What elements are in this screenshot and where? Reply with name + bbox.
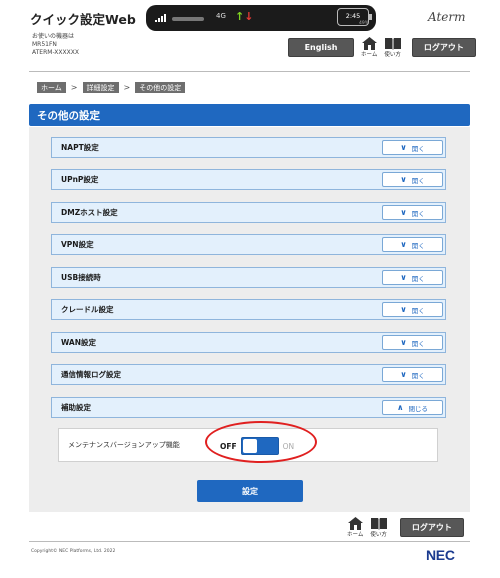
submit-button[interactable]: 設定 [197, 480, 303, 502]
chevron-down-icon: ∨ [400, 207, 407, 217]
accordion-comm-log[interactable]: 通信情報ログ設定 ∨ 開く [51, 364, 446, 385]
status-time: 2:45 [345, 12, 361, 20]
header-actions: English ホーム 使い方 ログアウト [288, 37, 476, 58]
accordion-label: NAPT設定 [61, 143, 99, 152]
logout-button[interactable]: ログアウト [411, 38, 476, 57]
open-label: 開く [411, 339, 425, 348]
close-label: 閉じる [408, 404, 429, 413]
device-model: MR51FN [32, 41, 57, 48]
breadcrumb-advanced-settings[interactable]: 詳細設定 [82, 82, 119, 93]
breadcrumb-separator: > [123, 83, 131, 92]
breadcrumb-separator: > [70, 83, 78, 92]
network-type: 4G [216, 12, 226, 20]
accordion-label: UPnP設定 [61, 175, 99, 184]
highlight-circle [205, 421, 317, 463]
home-icon [361, 37, 377, 50]
home-label: ホーム [347, 532, 364, 538]
accordion-label: USB接続時 [61, 273, 101, 282]
app-title: クイック設定Web [30, 12, 136, 27]
home-label: ホーム [361, 52, 378, 58]
device-status-bar: 4G ↑↓ 2:45 49% [146, 5, 376, 31]
chevron-down-icon: ∨ [400, 272, 407, 282]
chevron-down-icon: ∨ [400, 174, 407, 184]
breadcrumb-home[interactable]: ホーム [37, 82, 66, 93]
nec-logo: NEC [426, 547, 455, 563]
device-caption: お使いの機器は [32, 33, 75, 40]
chevron-down-icon: ∨ [400, 304, 407, 314]
accordion-dmz[interactable]: DMZホスト設定 ∨ 開く [51, 202, 446, 223]
accordion-napt[interactable]: NAPT設定 ∨ 開く [51, 137, 446, 158]
home-button[interactable]: ホーム [361, 37, 377, 58]
copyright: Copyright© NEC Platforms, Ltd. 2022 [31, 549, 116, 554]
accordion-label: VPN設定 [61, 240, 94, 249]
open-button[interactable]: ∨ 開く [382, 367, 443, 382]
chevron-up-icon: ∧ [397, 402, 404, 412]
open-label: 開く [411, 176, 425, 185]
open-label: 開く [411, 306, 425, 315]
accordion-auxiliary[interactable]: 補助設定 ∧ 閉じる [51, 397, 446, 418]
open-label: 開く [411, 274, 425, 283]
accordion-label: 通信情報ログ設定 [61, 370, 121, 379]
accordion-vpn[interactable]: VPN設定 ∨ 開く [51, 234, 446, 255]
book-icon [370, 518, 387, 530]
accordion-usb[interactable]: USB接続時 ∨ 開く [51, 267, 446, 288]
carrier-name-redacted [172, 17, 204, 21]
chevron-down-icon: ∨ [400, 337, 407, 347]
open-label: 開く [411, 241, 425, 250]
chevron-down-icon: ∨ [400, 142, 407, 152]
howto-button[interactable]: 使い方 [384, 37, 401, 58]
open-label: 開く [411, 144, 425, 153]
aterm-logo: Aterm [428, 10, 466, 24]
device-info: お使いの機器は MR51FN ATERM-XXXXXX [32, 33, 79, 57]
accordion-label: WAN設定 [61, 338, 97, 347]
english-button[interactable]: English [288, 38, 354, 57]
close-button[interactable]: ∧ 閉じる [382, 400, 443, 415]
breadcrumb-current: その他の設定 [135, 82, 186, 93]
battery-percent: 49% [358, 21, 369, 26]
chevron-down-icon: ∨ [400, 369, 407, 379]
howto-label: 使い方 [384, 52, 401, 58]
open-label: 開く [411, 371, 425, 380]
open-button[interactable]: ∨ 開く [382, 237, 443, 252]
open-button[interactable]: ∨ 開く [382, 140, 443, 155]
open-button[interactable]: ∨ 開く [382, 335, 443, 350]
footer-actions: ホーム 使い方 ログアウト [347, 517, 464, 538]
accordion-wan[interactable]: WAN設定 ∨ 開く [51, 332, 446, 353]
device-serial: ATERM-XXXXXX [32, 49, 79, 56]
open-label: 開く [411, 209, 425, 218]
header-divider [29, 71, 470, 72]
open-button[interactable]: ∨ 開く [382, 270, 443, 285]
footer-howto-button[interactable]: 使い方 [370, 517, 387, 538]
open-button[interactable]: ∨ 開く [382, 302, 443, 317]
maintenance-update-label: メンテナンスバージョンアップ機能 [68, 441, 180, 449]
footer-divider [29, 541, 470, 542]
accordion-cradle[interactable]: クレードル設定 ∨ 開く [51, 299, 446, 320]
footer-logout-button[interactable]: ログアウト [399, 518, 464, 537]
book-icon [384, 38, 401, 50]
accordion-label: クレードル設定 [61, 305, 114, 314]
footer-home-button[interactable]: ホーム [347, 517, 363, 538]
howto-label: 使い方 [370, 532, 387, 538]
section-title: その他の設定 [29, 104, 470, 126]
open-button[interactable]: ∨ 開く [382, 205, 443, 220]
open-button[interactable]: ∨ 開く [382, 172, 443, 187]
data-transfer-icon: ↑↓ [235, 10, 254, 23]
chevron-down-icon: ∨ [400, 239, 407, 249]
signal-strength-icon [155, 14, 166, 22]
breadcrumb: ホーム > 詳細設定 > その他の設定 [37, 82, 186, 93]
accordion-label: DMZホスト設定 [61, 208, 118, 217]
accordion-upnp[interactable]: UPnP設定 ∨ 開く [51, 169, 446, 190]
home-icon [347, 517, 363, 530]
accordion-label: 補助設定 [61, 403, 91, 412]
